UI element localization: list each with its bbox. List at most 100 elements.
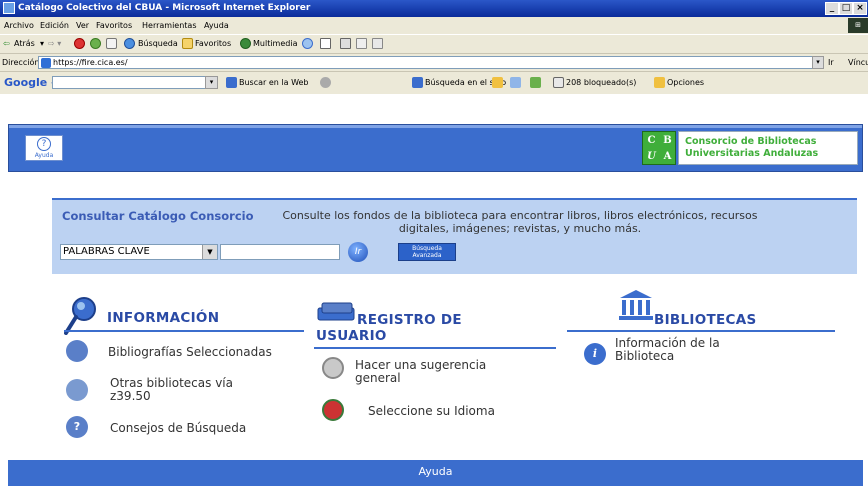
address-label: Dirección — [2, 58, 40, 67]
site-search-icon — [412, 77, 423, 88]
search-go-button[interactable]: Ir — [348, 242, 368, 262]
informacion-heading: INFORMACIÓN — [107, 310, 220, 326]
menu-herramientas[interactable]: Herramientas — [142, 21, 197, 30]
google-search-dropdown-icon[interactable]: ▾ — [205, 76, 218, 89]
highlight-icon[interactable] — [530, 77, 541, 88]
menu-ayuda[interactable]: Ayuda — [204, 21, 229, 30]
footer-help-link[interactable]: Ayuda — [419, 465, 453, 478]
language-icon — [322, 399, 344, 421]
refresh-icon[interactable] — [90, 38, 101, 49]
google-logo[interactable]: Google - — [4, 76, 56, 89]
search-description: Consulte los fondos de la biblioteca par… — [282, 209, 758, 235]
idioma-link[interactable]: Seleccione su Idioma — [368, 405, 495, 418]
informacion-rule — [64, 330, 304, 332]
back-arrow-icon: ⇦ — [3, 39, 10, 48]
minimize-button[interactable]: _ — [825, 2, 839, 15]
library-building-icon — [618, 290, 654, 320]
maximize-button[interactable]: □ — [839, 2, 853, 15]
info-icon: i — [584, 343, 606, 365]
consortium-name-line1: Consorcio de Bibliotecas — [685, 136, 817, 147]
popup-blocked-count[interactable]: 208 bloqueado(s) — [566, 78, 636, 87]
menu-edicion[interactable]: Edición — [40, 21, 69, 30]
edit-icon[interactable] — [356, 38, 367, 49]
address-bar: Dirección https://fire.cica.es/ ▾ Ir Vín… — [0, 53, 868, 72]
menu-favoritos[interactable]: Favoritos — [96, 21, 132, 30]
advanced-search-line2: Avanzada — [412, 252, 442, 259]
advanced-search-button[interactable]: Búsqueda Avanzada — [398, 243, 456, 261]
page-icon — [41, 58, 51, 68]
menu-ver[interactable]: Ver — [76, 21, 89, 30]
other-libraries-icon — [66, 379, 88, 401]
page-content: ? Ayuda C B U A Consorcio de Bibliotecas… — [0, 94, 868, 486]
options-button[interactable]: Opciones — [667, 78, 704, 87]
help-button[interactable]: ? Ayuda — [25, 135, 63, 161]
help-button-label: Ayuda — [34, 152, 54, 159]
home-icon[interactable] — [106, 38, 117, 49]
go-button[interactable]: Ir — [828, 58, 834, 67]
consejos-busqueda-link[interactable]: Consejos de Búsqueda — [110, 422, 246, 435]
bibliography-icon — [66, 340, 88, 362]
catalog-search-panel: Consultar Catálogo Consorcio Consulte lo… — [52, 198, 857, 274]
registro-heading-line2: USUARIO — [316, 328, 387, 344]
search-type-select[interactable]: PALABRAS CLAVE ▼ — [60, 244, 218, 260]
logo-letter-u: U — [647, 151, 656, 162]
stop-icon[interactable] — [74, 38, 85, 49]
search-button[interactable]: Búsqueda — [138, 39, 178, 48]
menu-archivo[interactable]: Archivo — [4, 21, 34, 30]
cbua-logo: C B U A — [642, 131, 676, 165]
search-site-disabled-icon — [320, 77, 331, 88]
search-title: Consultar Catálogo Consorcio — [62, 209, 254, 223]
back-dropdown-icon[interactable]: ▾ — [40, 39, 44, 48]
magnifier-icon — [64, 295, 100, 335]
advanced-search-line1: Búsqueda — [412, 245, 442, 252]
search-icon[interactable] — [124, 38, 135, 49]
menu-bar: Archivo Edición Ver Favoritos Herramient… — [0, 17, 868, 34]
sugerencia-link[interactable]: Hacer una sugerencia general — [355, 359, 525, 385]
registro-heading-line1: REGISTRO DE — [357, 312, 462, 328]
footer-bar: Ayuda — [8, 460, 863, 486]
bibliografias-link[interactable]: Bibliografías Seleccionadas — [108, 346, 272, 359]
links-button[interactable]: Vínculos — [848, 58, 868, 67]
back-button[interactable]: Atrás — [14, 39, 35, 48]
ie-app-icon — [3, 2, 15, 14]
history-icon[interactable] — [302, 38, 313, 49]
multimedia-button[interactable]: Multimedia — [253, 39, 297, 48]
cards-icon — [316, 300, 358, 324]
help-question-icon: ? — [66, 416, 88, 438]
search-type-value: PALABRAS CLAVE — [63, 246, 150, 257]
favorites-icon[interactable] — [182, 38, 193, 49]
otras-bibliotecas-link[interactable]: Otras bibliotecas vía z39.50 — [110, 377, 240, 403]
up-icon[interactable] — [510, 77, 521, 88]
google-toolbar: Google - ▾ Buscar en la Web Búsqueda en … — [0, 71, 868, 95]
options-icon — [654, 77, 665, 88]
google-search-web-icon — [226, 77, 237, 88]
address-dropdown-icon[interactable]: ▾ — [812, 56, 824, 69]
address-input[interactable]: https://fire.cica.es/ — [38, 56, 816, 69]
forward-button[interactable]: ⇨ ▾ — [48, 39, 61, 48]
help-question-icon: ? — [37, 137, 51, 151]
discuss-icon[interactable] — [372, 38, 383, 49]
window-title-bar: Catálogo Colectivo del CBUA - Microsoft … — [0, 0, 868, 17]
search-web-button[interactable]: Buscar en la Web — [239, 78, 309, 87]
popup-blocker-icon — [553, 77, 564, 88]
registro-rule — [314, 347, 556, 349]
logo-letter-a: A — [663, 151, 672, 162]
multimedia-icon[interactable] — [240, 38, 251, 49]
consortium-name-line2: Universitarias Andaluzas — [685, 148, 819, 159]
mail-icon[interactable] — [320, 38, 331, 49]
logo-letter-b: B — [663, 135, 672, 146]
suggestion-icon — [322, 357, 344, 379]
bibliotecas-rule — [567, 330, 835, 332]
logo-letter-c: C — [647, 135, 656, 146]
chevron-down-icon: ▼ — [202, 245, 217, 259]
page-info-icon[interactable] — [492, 77, 503, 88]
address-value: https://fire.cica.es/ — [53, 58, 128, 67]
print-icon[interactable] — [340, 38, 351, 49]
close-button[interactable]: × — [853, 2, 867, 15]
google-search-input[interactable] — [52, 76, 218, 89]
consortium-name: Consorcio de Bibliotecas Universitarias … — [678, 131, 858, 165]
favorites-button[interactable]: Favoritos — [195, 39, 231, 48]
informacion-biblioteca-link[interactable]: Información de la Biblioteca — [615, 337, 765, 363]
search-input[interactable] — [220, 244, 340, 260]
window-title: Catálogo Colectivo del CBUA - Microsoft … — [18, 3, 311, 13]
